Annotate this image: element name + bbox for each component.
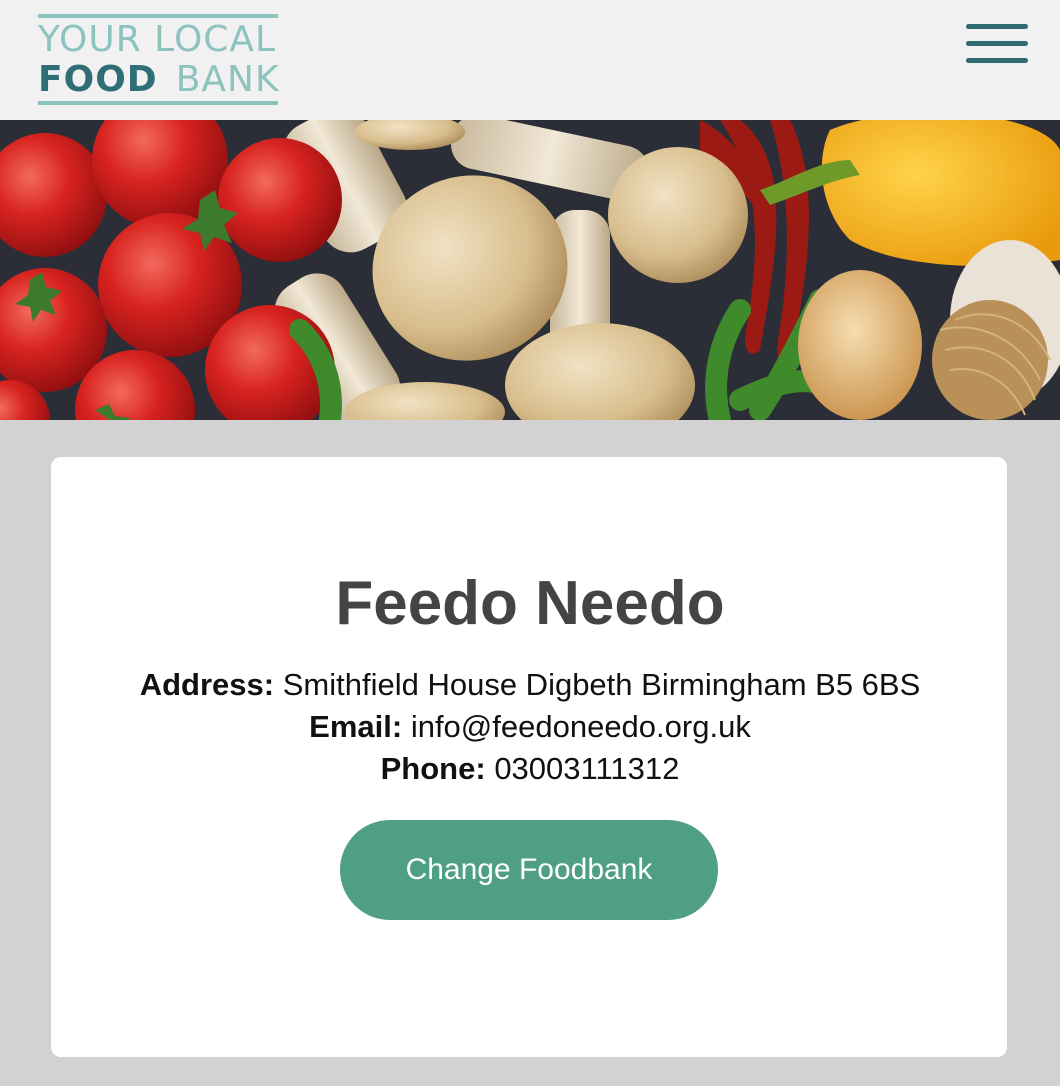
foodbank-name: Feedo Needo bbox=[335, 569, 725, 638]
address-line: Address: Smithfield House Digbeth Birmin… bbox=[0, 664, 1060, 706]
menu-bar bbox=[966, 41, 1028, 46]
site-header: YOUR LOCAL FOOD BANK bbox=[0, 0, 1060, 120]
address-label: Address: bbox=[139, 667, 275, 702]
email-value[interactable]: info@feedoneedo.org.uk bbox=[411, 709, 751, 744]
hamburger-menu-icon[interactable] bbox=[964, 20, 1030, 72]
logo-line-2: FOOD BANK bbox=[38, 62, 280, 98]
email-line: Email: info@feedoneedo.org.uk bbox=[0, 706, 1060, 748]
logo-top-rule bbox=[38, 14, 278, 18]
menu-bar bbox=[966, 58, 1028, 63]
phone-line: Phone: 03003111312 bbox=[0, 748, 1060, 790]
email-label: Email: bbox=[309, 709, 403, 744]
phone-value[interactable]: 03003111312 bbox=[494, 751, 679, 786]
logo-bottom-rule bbox=[38, 101, 278, 105]
menu-bar bbox=[966, 24, 1028, 29]
vegetables-photo bbox=[0, 120, 1060, 420]
logo-bank-word: BANK bbox=[175, 59, 280, 100]
address-value: Smithfield House Digbeth Birmingham B5 6… bbox=[282, 667, 921, 702]
phone-label: Phone: bbox=[380, 751, 486, 786]
hero-vegetables-image bbox=[0, 120, 1060, 420]
logo-line-1: YOUR LOCAL bbox=[38, 19, 277, 60]
change-foodbank-button[interactable]: Change Foodbank bbox=[340, 820, 718, 920]
your-local-food-bank-logo[interactable]: YOUR LOCAL FOOD BANK bbox=[36, 12, 280, 108]
logo-food-word: FOOD bbox=[38, 59, 158, 100]
